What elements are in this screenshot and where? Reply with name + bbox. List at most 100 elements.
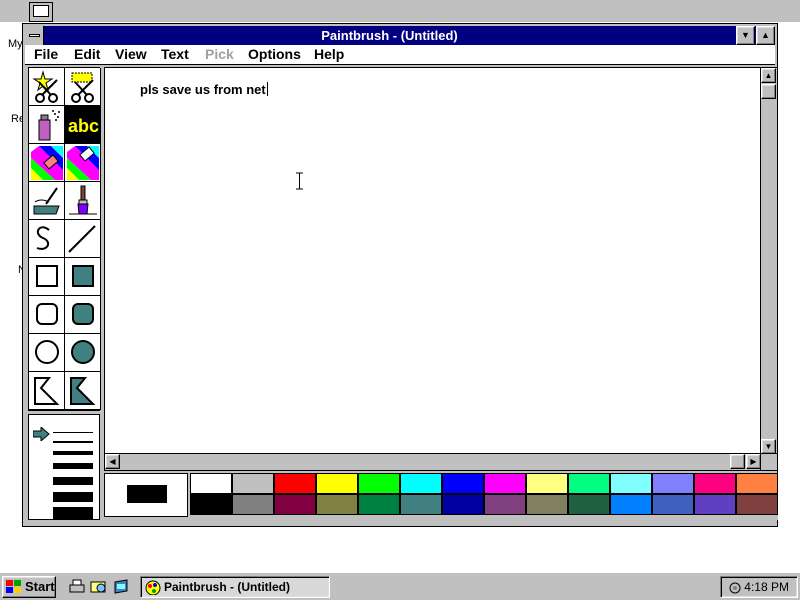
circle-filled-icon	[71, 340, 95, 364]
polygon-filled-icon	[70, 377, 96, 405]
palette-swatch[interactable]	[400, 494, 442, 515]
desktop-icon-label: My	[8, 38, 23, 50]
menu-file[interactable]: File	[34, 46, 58, 63]
network-icon[interactable]	[112, 578, 130, 595]
circle-outline-icon	[35, 340, 59, 364]
circle-tool[interactable]	[29, 334, 65, 372]
pick-tool[interactable]	[65, 68, 101, 106]
menu-view[interactable]: View	[115, 46, 147, 63]
rounded-box-filled-icon	[72, 303, 94, 325]
palette-swatch[interactable]	[694, 494, 736, 515]
color-eraser-icon	[31, 146, 63, 180]
paintbrush-window: Paintbrush - (Untitled) ▼ ▲ File Edit Vi…	[22, 23, 778, 527]
scissors-tool[interactable]	[29, 68, 65, 106]
palette-swatch[interactable]	[190, 494, 232, 515]
palette-swatch[interactable]	[484, 473, 526, 494]
paintbrush-icon	[69, 185, 97, 215]
palette-swatch[interactable]	[316, 473, 358, 494]
line-tool[interactable]	[65, 220, 101, 258]
palette-swatch[interactable]	[442, 473, 484, 494]
palette-swatch[interactable]	[610, 494, 652, 515]
rounded-box-tool[interactable]	[29, 296, 65, 334]
palette-swatch[interactable]	[358, 494, 400, 515]
palette-swatch[interactable]	[232, 473, 274, 494]
eraser-icon	[67, 146, 99, 180]
menu-pick[interactable]: Pick	[205, 46, 234, 63]
palette-swatch[interactable]	[274, 494, 316, 515]
line-width-option[interactable]	[53, 463, 93, 469]
maximize-button[interactable]: ▲	[756, 26, 775, 45]
scroll-down-button[interactable]: ▼	[761, 439, 776, 454]
horizontal-scroll-thumb[interactable]	[730, 454, 745, 469]
title-bar[interactable]: Paintbrush - (Untitled) ▼ ▲	[25, 26, 775, 45]
eraser-tool[interactable]	[65, 144, 101, 182]
palette-swatch[interactable]	[652, 494, 694, 515]
desktop-computer-icon[interactable]	[29, 2, 53, 22]
current-colors-display	[104, 473, 188, 517]
scroll-left-button[interactable]: ◀	[105, 454, 120, 469]
tray-settings-icon[interactable]	[727, 580, 743, 595]
filled-box-tool[interactable]	[65, 258, 101, 296]
horizontal-scrollbar[interactable]: ◀ ▶	[105, 453, 761, 470]
menu-text[interactable]: Text	[161, 46, 189, 63]
line-width-option[interactable]	[53, 507, 93, 519]
line-width-option[interactable]	[53, 492, 93, 502]
foreground-color-swatch	[127, 485, 167, 503]
palette-swatch[interactable]	[316, 494, 358, 515]
palette-swatch[interactable]	[442, 494, 484, 515]
line-width-option[interactable]	[53, 451, 93, 455]
palette-swatch[interactable]	[736, 473, 778, 494]
palette-swatch[interactable]	[652, 473, 694, 494]
vertical-scroll-thumb[interactable]	[761, 84, 776, 99]
paint-roller-tool[interactable]	[29, 182, 65, 220]
palette-swatch[interactable]	[526, 494, 568, 515]
scroll-up-button[interactable]: ▲	[761, 68, 776, 83]
color-palette	[104, 473, 778, 520]
line-icon	[68, 225, 96, 253]
paintbrush-app-icon	[145, 580, 161, 595]
explorer-icon[interactable]	[90, 578, 108, 595]
color-eraser-tool[interactable]	[29, 144, 65, 182]
line-width-option[interactable]	[53, 441, 93, 443]
box-filled-icon	[72, 265, 94, 287]
filled-polygon-tool[interactable]	[65, 372, 101, 410]
scissors-box-icon	[71, 72, 94, 103]
text-tool[interactable]: abc	[65, 106, 101, 144]
line-width-option[interactable]	[53, 477, 93, 485]
box-tool[interactable]	[29, 258, 65, 296]
menu-help[interactable]: Help	[314, 46, 344, 63]
curve-tool[interactable]	[29, 220, 65, 258]
palette-swatch[interactable]	[568, 473, 610, 494]
palette-swatch[interactable]	[358, 473, 400, 494]
menu-edit[interactable]: Edit	[74, 46, 100, 63]
menu-options[interactable]: Options	[248, 46, 301, 63]
palette-swatch[interactable]	[400, 473, 442, 494]
polygon-tool[interactable]	[29, 372, 65, 410]
line-width-option[interactable]	[53, 432, 93, 433]
palette-swatch[interactable]	[568, 494, 610, 515]
filled-rounded-box-tool[interactable]	[65, 296, 101, 334]
brush-tool[interactable]	[65, 182, 101, 220]
scroll-corner	[760, 453, 777, 470]
canvas-text-block[interactable]: pls save us from net	[140, 82, 268, 97]
start-button[interactable]: Start	[2, 576, 56, 598]
taskbar-paintbrush-button[interactable]: Paintbrush - (Untitled)	[140, 576, 330, 598]
scroll-right-button[interactable]: ▶	[746, 454, 761, 469]
filled-circle-tool[interactable]	[65, 334, 101, 372]
palette-swatch[interactable]	[232, 494, 274, 515]
vertical-scrollbar[interactable]: ▲ ▼	[760, 68, 777, 454]
palette-swatch[interactable]	[526, 473, 568, 494]
rounded-box-outline-icon	[36, 303, 58, 325]
palette-swatch[interactable]	[484, 494, 526, 515]
drawing-canvas[interactable]: pls save us from net ▲ ▼ ◀ ▶	[104, 67, 778, 471]
windows-logo-icon	[6, 580, 21, 593]
minimize-button[interactable]: ▼	[736, 26, 755, 45]
palette-swatch[interactable]	[694, 473, 736, 494]
airbrush-tool[interactable]	[29, 106, 65, 144]
palette-swatch[interactable]	[736, 494, 778, 515]
system-menu-button[interactable]	[25, 26, 44, 45]
palette-swatch[interactable]	[190, 473, 232, 494]
printer-icon[interactable]	[68, 578, 86, 595]
palette-swatch[interactable]	[610, 473, 652, 494]
palette-swatch[interactable]	[274, 473, 316, 494]
